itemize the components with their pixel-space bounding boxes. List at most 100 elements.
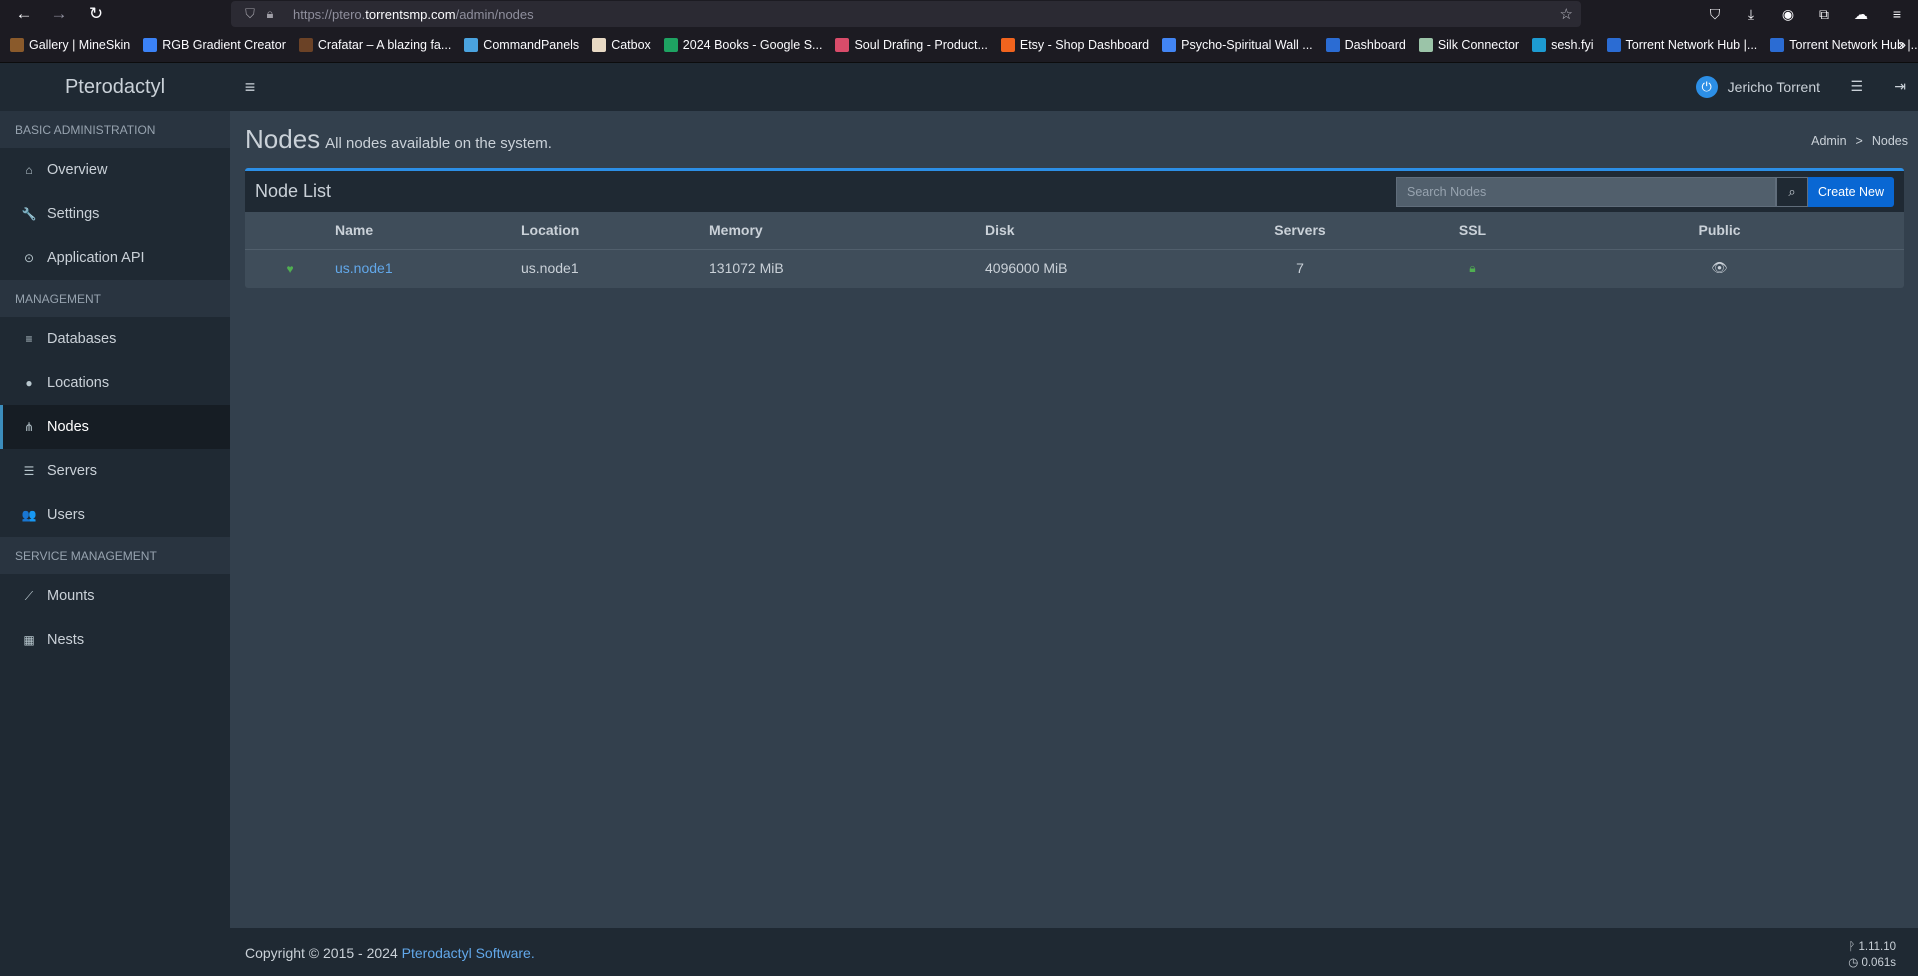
bookmark-label: CommandPanels [483,38,580,52]
bookmark-item[interactable]: Torrent Network Hub |... [1770,38,1918,52]
column-header-location: Location [521,212,709,250]
sidebar-item-nests[interactable]: ▦ Nests [0,618,230,662]
sidebar-item-label: Users [47,507,85,523]
node-name-link[interactable]: us.node1 [335,260,393,276]
server-list-icon[interactable]: ☰ [1850,78,1863,95]
column-header-memory: Memory [709,212,985,250]
bookmark-item[interactable]: Dashboard [1325,38,1406,52]
column-header-status [245,212,335,250]
brand-logo[interactable]: Pterodactyl [0,63,230,111]
bookmark-label: Gallery | MineSkin [29,38,131,52]
bookmark-item[interactable]: Silk Connector [1418,38,1520,52]
bookmark-item[interactable]: sesh.fyi [1532,38,1594,52]
catbox-icon [592,38,607,52]
menu-icon[interactable]: ≡ [1885,2,1909,26]
page-title: Nodes [245,124,321,154]
create-new-button[interactable]: Create New [1808,177,1894,207]
dashboard-icon [1325,38,1340,52]
sidebar-item-overview[interactable]: ⌂ Overview [0,148,230,192]
breadcrumb-separator: > [1855,134,1863,148]
column-header-name: Name [335,212,521,250]
column-header-servers: Servers [1190,212,1410,250]
sidebar-item-label: Servers [47,463,97,479]
bookmark-label: Torrent Network Hub |... [1625,38,1758,52]
gamepad-icon: ⊙ [23,251,35,265]
search-icon[interactable]: ⌕ [1776,177,1808,207]
soul-icon [835,38,850,52]
user-menu[interactable]: ⏻ Jericho Torrent [1695,76,1820,98]
main-content: Nodes All nodes available on the system.… [230,111,1918,928]
bookmark-label: Crafatar – A blazing fa... [317,38,452,52]
account-icon[interactable]: ◉ [1776,2,1800,26]
pocket-icon[interactable]: ⛉ [1703,2,1727,26]
breadcrumb-admin[interactable]: Admin [1811,134,1846,148]
sidebar-item-users[interactable]: 👥 Users [0,493,230,537]
bookmark-item[interactable]: Torrent Network Hub |... [1606,38,1758,52]
version-icon: ᚹ [1848,941,1859,953]
shield-icon[interactable]: ⛉ [241,6,259,22]
logout-icon[interactable]: ⇥ [1894,78,1906,95]
bookmark-item[interactable]: CommandPanels [464,38,579,52]
address-bar[interactable]: ⛉ 🔒︎ https://ptero.torrentsmp.com/admin/… [231,1,1581,27]
torrent-icon [1770,38,1785,52]
url-text[interactable]: https://ptero.torrentsmp.com/admin/nodes [293,7,534,22]
sidebar-item-nodes[interactable]: ⋔ Nodes [0,405,230,449]
sidebar-item-application-api[interactable]: ⊙ Application API [0,236,230,280]
sidebar-item-locations[interactable]: ● Locations [0,361,230,405]
ssl-lock-icon: 🔒︎ [1469,261,1476,276]
node-ssl-cell: 🔒︎ [1410,249,1535,286]
database-icon: ≡ [25,332,33,346]
sidebar-item-label: Settings [47,206,100,222]
bookmark-item[interactable]: Crafatar – A blazing fa... [298,38,452,52]
sidebar-item-databases[interactable]: ≡ Databases [0,317,230,361]
bookmark-label: Soul Drafing - Product... [854,38,988,52]
bookmark-item[interactable]: Psycho-Spiritual Wall ... [1162,38,1313,52]
reload-icon[interactable]: ↻ [84,2,108,26]
docs-icon [1162,38,1177,52]
bookmark-item[interactable]: Soul Drafing - Product... [835,38,988,52]
magic-icon: ⟋ [24,588,34,603]
lock-icon[interactable]: 🔒︎ [261,6,279,22]
bookmark-star-icon[interactable]: ☆ [1560,5,1573,23]
table-row: ♥ us.node1 us.node1 131072 MiB 4096000 M… [245,249,1904,286]
forward-icon[interactable]: → [47,2,71,26]
extensions-icon[interactable]: ⧉ [1812,2,1836,26]
bookmarks-overflow-icon[interactable]: » [1898,36,1906,52]
extension-badge-icon[interactable]: ☁ [1849,2,1873,26]
search-nodes-input[interactable] [1396,177,1776,207]
bookmark-item[interactable]: 2024 Books - Google S... [663,38,822,52]
clock-icon: ◷ [1848,957,1862,969]
bookmark-item[interactable]: Catbox [592,38,651,52]
version-text: 1.11.10 [1858,941,1896,953]
browser-toolbar: ← → ↻ ⛉ 🔒︎ https://ptero.torrentsmp.com/… [0,0,1918,28]
sitemap-icon: ⋔ [23,420,35,434]
app-header: Pterodactyl ≡ ⏻ Jericho Torrent ☰ ⇥ [0,63,1918,111]
sidebar-section-header: Basic Administration [0,111,230,148]
sidebar-item-settings[interactable]: 🔧 Settings [0,192,230,236]
pterodactyl-link[interactable]: Pterodactyl Software. [402,945,535,961]
bookmark-item[interactable]: Gallery | MineSkin [10,38,130,52]
bookmark-label: Dashboard [1344,38,1406,52]
sidebar-item-label: Nests [47,632,85,648]
heartbeat-icon: ♥ [286,261,294,276]
sidebar-item-label: Locations [47,375,110,391]
download-icon[interactable]: ⤓ [1739,2,1763,26]
bookmark-label: RGB Gradient Creator [162,38,286,52]
sidebar-item-mounts[interactable]: ⟋ Mounts [0,574,230,618]
globe-icon [1532,38,1547,52]
footer: Copyright © 2015 - 2024 Pterodactyl Soft… [230,928,1918,976]
sidebar-section-header: Management [0,280,230,317]
bookmark-label: Silk Connector [1437,38,1520,52]
column-header-public: Public [1535,212,1904,250]
node-name-cell: us.node1 [335,249,521,286]
bookmark-item[interactable]: Etsy - Shop Dashboard [1000,38,1149,52]
bookmarks-bar: Gallery | MineSkin RGB Gradient Creator Cr… [0,28,1918,63]
sidebar-toggle-icon[interactable]: ≡ [240,77,260,97]
render-time: 0.061s [1861,957,1896,969]
bookmark-item[interactable]: RGB Gradient Creator [143,38,286,52]
breadcrumb: Admin > Nodes [1811,134,1908,148]
back-icon[interactable]: ← [12,2,36,26]
sidebar-item-servers[interactable]: ☰ Servers [0,449,230,493]
server-icon: ☰ [23,464,35,478]
node-list-title: Node List [255,181,332,201]
